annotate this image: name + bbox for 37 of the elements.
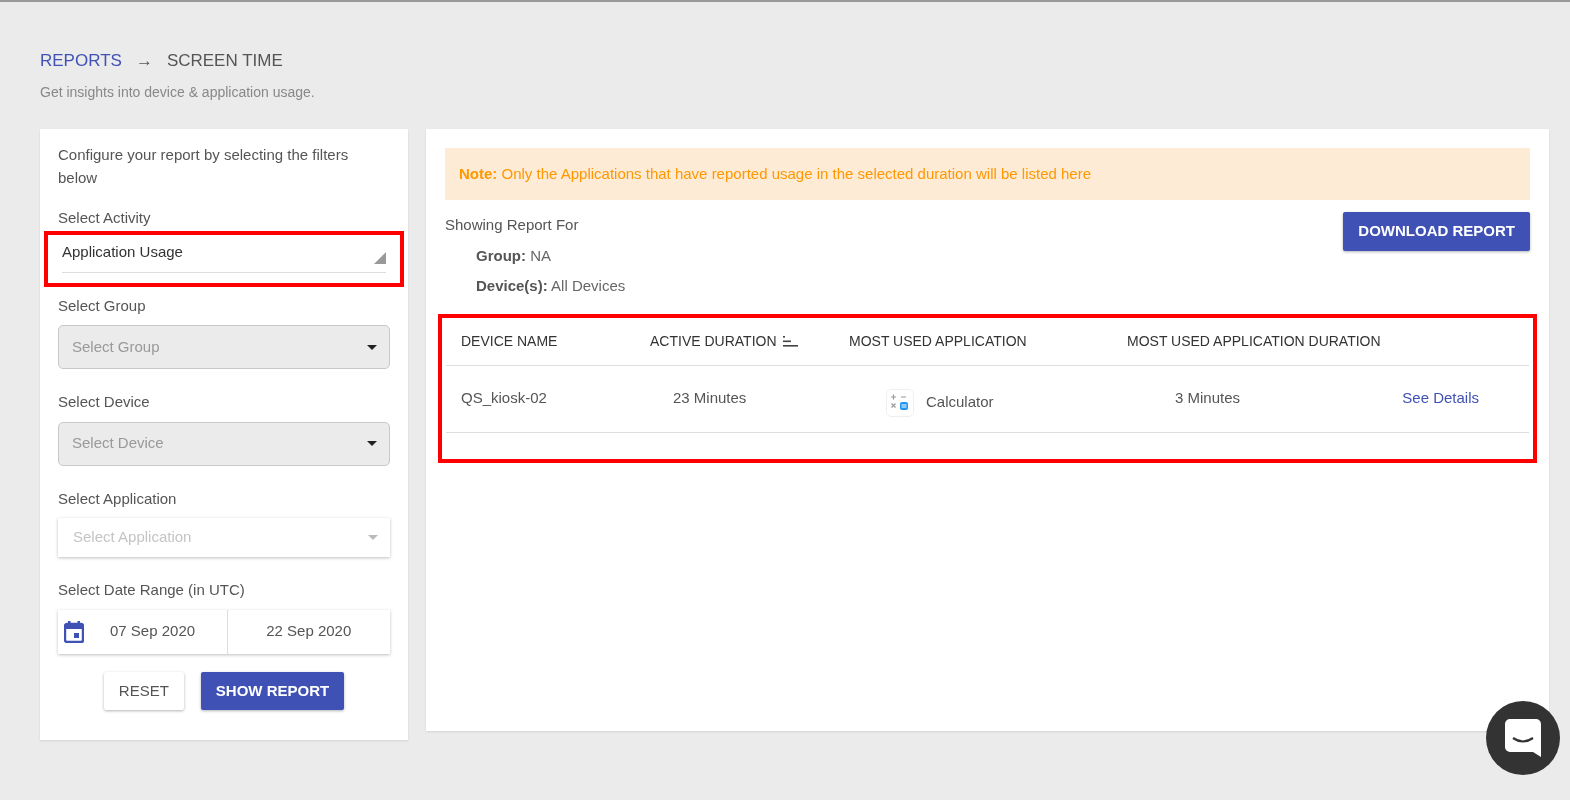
download-report-button[interactable]: DOWNLOAD REPORT (1343, 212, 1530, 251)
field-label: Select Group (58, 295, 147, 316)
note-banner: Note: Only the Applications that have reported usage in the selected duration will be listed here (445, 147, 1530, 200)
breadcrumb-current: SCREEN TIME (166, 50, 283, 72)
field-label: Select Activity (58, 207, 152, 228)
column-header: MOST USED APPLICATION DURATION (1127, 332, 1381, 349)
date-field[interactable]: 22 Sep 2020 (226, 609, 390, 654)
table-cell: QS_kiosk-02 (461, 389, 547, 407)
caret-icon (367, 344, 377, 350)
filter-intro: Configure your report by selecting the filters below (58, 144, 350, 188)
calendar-icon (64, 620, 84, 643)
breadcrumb-link[interactable]: REPORTS (40, 48, 122, 74)
column-header: MOST USED APPLICATION (849, 332, 1027, 349)
field-label: Select Application (58, 488, 178, 509)
show-report-button[interactable]: SHOW REPORT (200, 671, 345, 710)
reset-button[interactable]: RESET (103, 671, 184, 710)
calculator-app-icon (886, 388, 914, 417)
column-header[interactable]: ACTIVE DURATION (650, 332, 777, 349)
column-header: DEVICE NAME (461, 332, 558, 349)
report-detail: Device(s): All Devices (476, 276, 626, 296)
table-cell-text: Calculator (926, 392, 994, 413)
corner-triangle-icon (374, 251, 386, 264)
report-detail: Group: NA (476, 245, 552, 266)
report-heading: Showing Report For (445, 215, 580, 235)
sort-icon[interactable] (782, 336, 798, 348)
chat-icon (1505, 719, 1541, 757)
date-field[interactable]: 07 Sep 2020 (58, 609, 227, 654)
breadcrumb-separator: → (135, 50, 153, 72)
table-cell: 3 Minutes (1175, 389, 1241, 407)
activity-select[interactable]: Application Usage (62, 241, 386, 273)
see-details-link[interactable]: See Details (1402, 389, 1479, 407)
field-label: Select Device (58, 392, 151, 412)
page-subtitle: Get insights into device & application usage. (40, 82, 316, 102)
field-label: Select Date Range (in UTC) (58, 580, 246, 600)
table-cell: 23 Minutes (673, 389, 747, 407)
caret-icon (368, 535, 378, 540)
caret-icon (367, 441, 377, 446)
